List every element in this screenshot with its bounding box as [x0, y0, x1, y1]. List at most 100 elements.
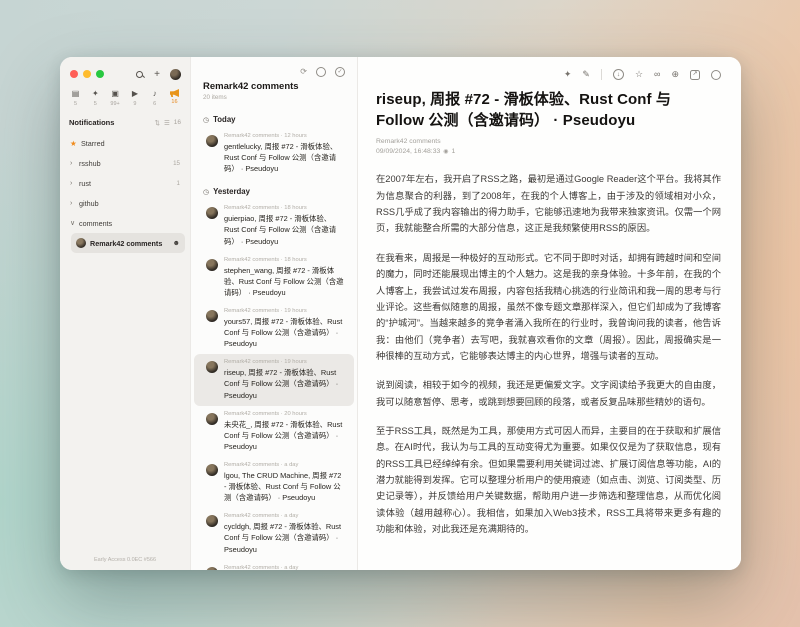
chevron-down-icon: ∨ [70, 219, 79, 227]
list-item[interactable]: Remark42 comments · 19 hours yours57, 周报… [194, 303, 354, 354]
sidebar-item-rsshub[interactable]: › rsshub 15 [65, 153, 185, 173]
view-count: 99+ [110, 101, 119, 107]
entry-avatar [206, 464, 218, 476]
view-notifications[interactable]: 16 [166, 89, 183, 107]
view-audio[interactable]: ♪ 6 [146, 89, 163, 107]
entry-meta: Remark42 comments · a day [224, 513, 344, 519]
desktop-background: + ▤ 5 ✦ 5 ▣ 99+ ▶ 9 [0, 0, 800, 627]
chevron-right-icon: › [70, 180, 79, 187]
sidebar-item-rust[interactable]: › rust 1 [65, 173, 185, 193]
section-unread-count: 16 [174, 119, 181, 126]
list-item[interactable]: Remark42 comments · 18 hours guierpiao, … [194, 200, 354, 251]
mark-unread-icon[interactable] [711, 70, 721, 80]
view-social-media[interactable]: ✦ 5 [87, 89, 104, 107]
article-paragraph: 说到阅读，相较于如今的视频，我还是更偏爱文字。文字阅读给予我更大的自由度，我可以… [376, 377, 721, 410]
unread-only-icon[interactable] [316, 67, 326, 77]
entry-avatar [206, 361, 218, 373]
follow-app-window: + ▤ 5 ✦ 5 ▣ 99+ ▶ 9 [60, 57, 741, 570]
chevron-right-icon: › [70, 160, 79, 167]
sidebar-item-github[interactable]: › github [65, 193, 185, 213]
section-yesterday: ◷ Yesterday [191, 179, 357, 200]
pictures-icon: ▣ [111, 89, 119, 99]
megaphone-icon [170, 89, 179, 97]
ai-summary-icon[interactable]: ✦ [564, 69, 572, 80]
feed-label: Remark42 comments [90, 239, 170, 248]
tag-icon[interactable]: ✎ [582, 69, 590, 80]
article-view-count: 1 [452, 148, 456, 155]
view-articles[interactable]: ▤ 5 [67, 89, 84, 107]
list-item[interactable]: Remark42 comments · a day 愚者, 周报 #72 - 滑… [194, 560, 354, 570]
close-button[interactable] [70, 70, 78, 78]
section-today: ◷ Today [191, 107, 357, 128]
article-paragraph: 在2007年左右，我开启了RSS之路，最初是通过Google Reader这个平… [376, 171, 721, 236]
mark-all-read-icon[interactable]: ✓ [335, 67, 345, 77]
view-count: 6 [153, 101, 156, 107]
entry-title: lgou, The CRUD Machine, 周报 #72 - 滑板体验、Ru… [224, 470, 344, 503]
article-source[interactable]: Remark42 comments [376, 138, 721, 145]
refresh-icon[interactable]: ⟳ [300, 67, 307, 77]
list-item[interactable]: Remark42 comments · 12 hours gentlelucky… [194, 128, 354, 179]
section-label: Yesterday [213, 187, 250, 196]
list-item-selected[interactable]: Remark42 comments · 19 hours riseup, 周报 … [194, 354, 354, 405]
add-subscription-button[interactable]: + [150, 67, 164, 81]
microphone-icon: ♪ [153, 89, 157, 99]
social-media-icon: ✦ [92, 89, 99, 99]
open-in-browser-icon[interactable]: ⊕ [671, 69, 679, 80]
list-item[interactable]: Remark42 comments · 18 hours stephen_wan… [194, 252, 354, 303]
entry-avatar [206, 259, 218, 271]
feed-favicon [76, 238, 86, 248]
profile-avatar[interactable] [168, 67, 182, 81]
bot-icon: ☻ [173, 240, 180, 247]
view-count: 5 [94, 101, 97, 107]
feed-label: rust [79, 179, 177, 188]
articles-icon: ▤ [72, 89, 80, 99]
chevron-right-icon: › [70, 200, 79, 207]
list-item[interactable]: Remark42 comments · 20 hours 未央花_, 周报 #7… [194, 406, 354, 457]
traffic-lights [70, 70, 104, 78]
entry-avatar [206, 207, 218, 219]
entry-list-column: ⟳ ✓ Remark42 comments 20 items ◷ Today R… [190, 57, 358, 570]
entry-title: 未央花_, 周报 #72 - 滑板体验、Rust Conf 与 Follow 公… [224, 419, 344, 452]
article-meta: 09/09/2024, 16:48:33 ◉ 1 [376, 148, 721, 155]
view-count: 9 [133, 101, 136, 107]
sidebar-item-remark42-comments[interactable]: Remark42 comments ☻ [71, 233, 185, 253]
article-paragraph: 在我看来，周报是一种极好的互动形式。它不同于即时对话，却拥有跨越时间和空间的魔力… [376, 250, 721, 365]
view-videos[interactable]: ▶ 9 [126, 89, 143, 107]
sidebar-item-starred[interactable]: ★ Starred [65, 133, 185, 153]
group-icon[interactable]: ☰ [164, 119, 170, 127]
titlebar: + [60, 57, 190, 85]
zoom-button[interactable] [96, 70, 104, 78]
article-body: 在2007年左右，我开启了RSS之路，最初是通过Google Reader这个平… [376, 171, 721, 537]
search-button[interactable] [132, 67, 146, 81]
entry-meta: Remark42 comments · a day [224, 565, 344, 570]
list-title: Remark42 comments [203, 81, 345, 92]
feed-count: 15 [173, 160, 180, 167]
entry-avatar [206, 515, 218, 527]
sidebar-item-comments[interactable]: ∨ comments [65, 213, 185, 233]
reader-toolbar: ✦ ✎ ↓ ☆ ∞ ⊕ ↗ [358, 57, 741, 84]
list-actions: ⟳ ✓ [191, 57, 357, 79]
view-switcher: ▤ 5 ✦ 5 ▣ 99+ ▶ 9 ♪ 6 [60, 85, 190, 109]
minimize-button[interactable] [83, 70, 91, 78]
entry-meta: Remark42 comments · 19 hours [224, 359, 344, 365]
copy-link-icon[interactable]: ∞ [654, 69, 660, 80]
view-count: 5 [74, 101, 77, 107]
list-item[interactable]: Remark42 comments · a day lgou, The CRUD… [194, 457, 354, 508]
share-icon[interactable]: ↗ [690, 70, 700, 80]
star-outline-icon[interactable]: ☆ [635, 69, 643, 80]
view-pictures[interactable]: ▣ 99+ [107, 89, 124, 107]
entry-meta: Remark42 comments · 18 hours [224, 205, 344, 211]
list-item[interactable]: Remark42 comments · a day cycldgh, 周报 #7… [194, 508, 354, 559]
list-item-count: 20 items [203, 94, 345, 101]
article-view: riseup, 周报 #72 - 滑板体验、Rust Conf 与 Follow… [358, 84, 741, 570]
sidebar: + ▤ 5 ✦ 5 ▣ 99+ ▶ 9 [60, 57, 190, 570]
article-datetime: 09/09/2024, 16:48:33 [376, 148, 440, 155]
entry-title: cycldgh, 周报 #72 - 滑板体验、Rust Conf 与 Follo… [224, 521, 344, 554]
sort-icon[interactable]: ⇅ [154, 119, 159, 127]
search-icon [136, 71, 143, 78]
clock-icon: ◷ [203, 188, 209, 196]
article-paragraph: 至于RSS工具，既然是为工具，那使用方式可因人而异，主要目的在于获取和扩展信息。… [376, 423, 721, 538]
app-version-label: Early Access 0.0EC #566 [60, 557, 190, 563]
view-count: 16 [171, 99, 177, 105]
read-later-icon[interactable]: ↓ [613, 69, 624, 80]
